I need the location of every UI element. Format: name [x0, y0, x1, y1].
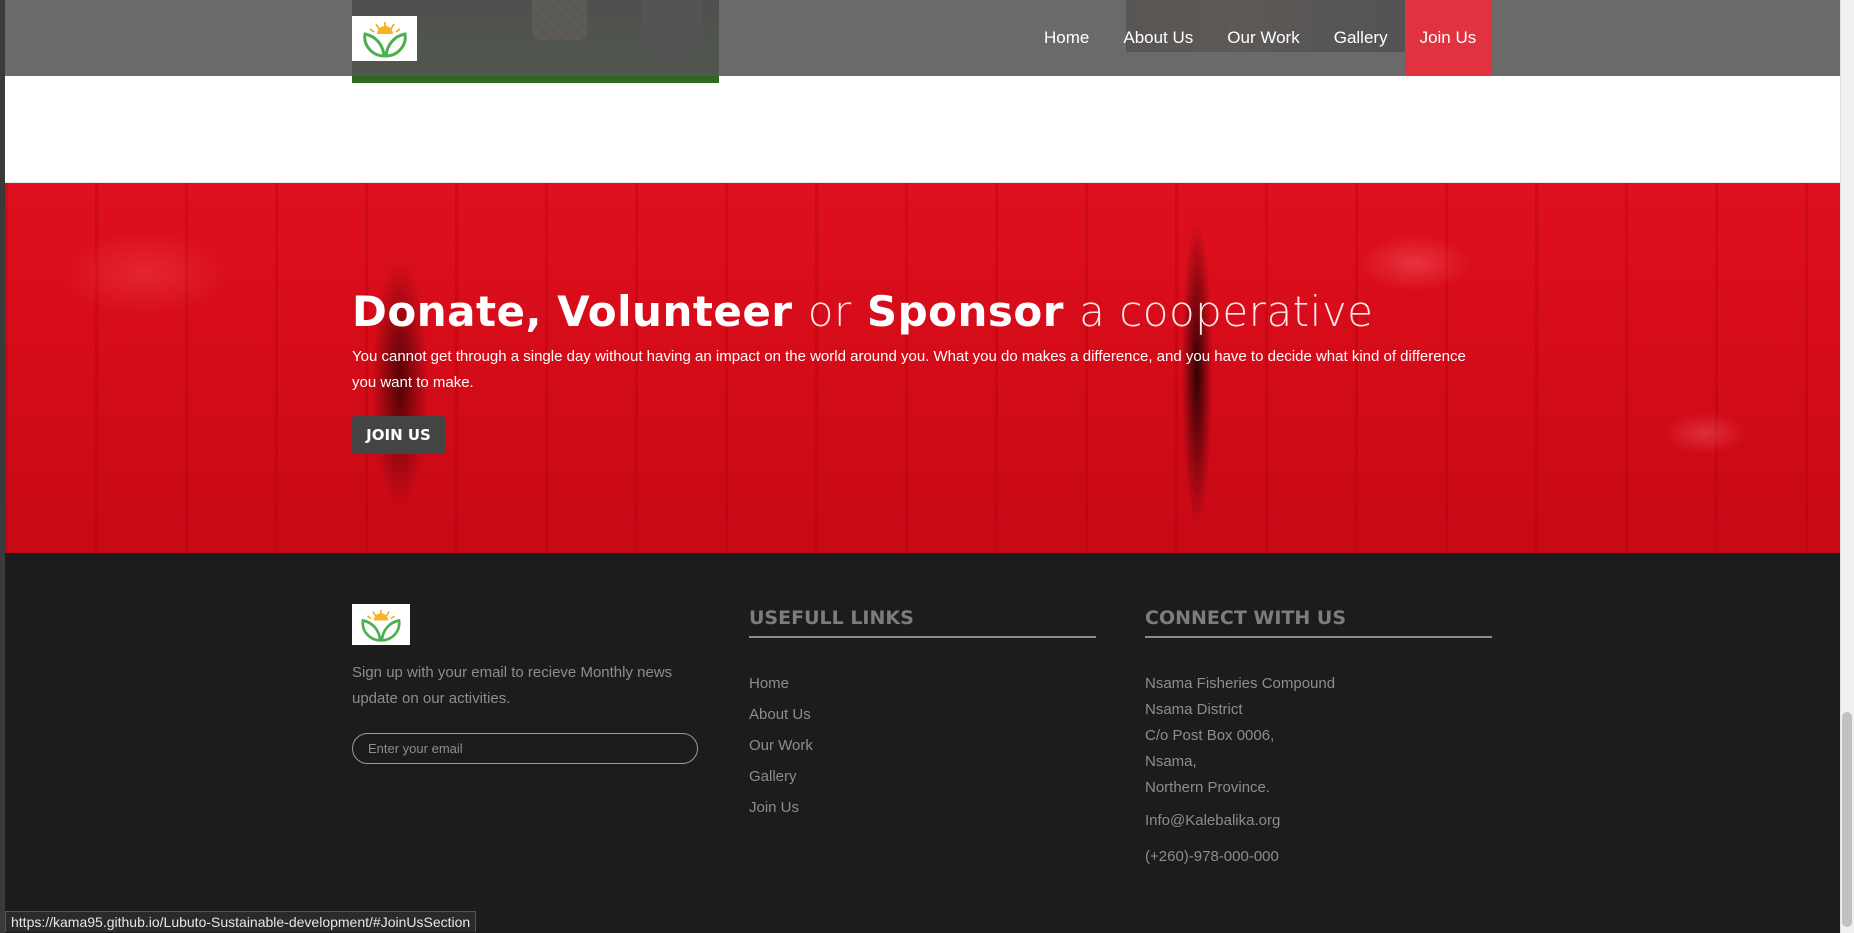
heading-sponsor: Sponsor — [866, 287, 1064, 336]
nav-home[interactable]: Home — [1027, 0, 1106, 76]
address-line: Nsama, — [1145, 753, 1197, 770]
donate-description: You cannot get through a single day with… — [352, 348, 1466, 391]
nav-gallery[interactable]: Gallery — [1317, 0, 1405, 76]
scrollbar-thumb[interactable] — [1842, 712, 1852, 927]
scrollbar-track[interactable] — [1840, 0, 1854, 933]
address-line: Nsama District — [1145, 701, 1243, 718]
useful-links-title: USEFULL LINKS — [749, 607, 1096, 638]
footer-link-join-us[interactable]: Join Us — [749, 792, 813, 823]
join-us-button[interactable]: JOIN US — [352, 416, 445, 454]
donate-heading: Donate, Volunteer or Sponsor a cooperati… — [352, 287, 1374, 336]
address-line: Northern Province. — [1145, 779, 1271, 796]
nav-logo[interactable] — [352, 16, 417, 61]
address-line: Nsama Fisheries Compound — [1145, 675, 1336, 692]
navbar: Home About Us Our Work Gallery Join Us — [5, 0, 1840, 76]
contact-phone: (+260)-978-000-000 — [1145, 848, 1279, 865]
heading-donate-volunteer: Donate, Volunteer — [352, 287, 793, 336]
address-block: Nsama Fisheries Compound Nsama District … — [1145, 671, 1335, 801]
footer-link-gallery[interactable]: Gallery — [749, 761, 813, 792]
heading-a-cooperative: a cooperative — [1079, 287, 1374, 336]
useful-links-list: Home About Us Our Work Gallery Join Us — [749, 668, 813, 823]
nav-our-work[interactable]: Our Work — [1210, 0, 1316, 76]
footer-link-about-us[interactable]: About Us — [749, 699, 813, 730]
footer-link-our-work[interactable]: Our Work — [749, 730, 813, 761]
footer-link-home[interactable]: Home — [749, 668, 813, 699]
nav-join-us[interactable]: Join Us — [1404, 0, 1492, 76]
donate-section: Donate, Volunteer or Sponsor a cooperati… — [5, 183, 1840, 553]
status-bar-url: https://kama95.github.io/Lubuto-Sustaina… — [5, 911, 477, 932]
contact-email[interactable]: Info@Kalebalika.org — [1145, 812, 1280, 829]
heading-or: or — [807, 287, 852, 336]
newsletter-text: Sign up with your email to recieve Month… — [352, 664, 673, 707]
email-input[interactable] — [352, 733, 698, 764]
connect-title: CONNECT WITH US — [1145, 607, 1492, 638]
leaf-sun-logo-icon — [361, 609, 401, 642]
nav-about-us[interactable]: About Us — [1106, 0, 1210, 76]
footer-logo — [352, 604, 410, 645]
leaf-sun-logo-icon — [362, 21, 407, 58]
address-line: C/o Post Box 0006, — [1145, 727, 1275, 744]
footer: Sign up with your email to recieve Month… — [5, 553, 1840, 933]
nav-links: Home About Us Our Work Gallery Join Us — [1027, 0, 1492, 76]
